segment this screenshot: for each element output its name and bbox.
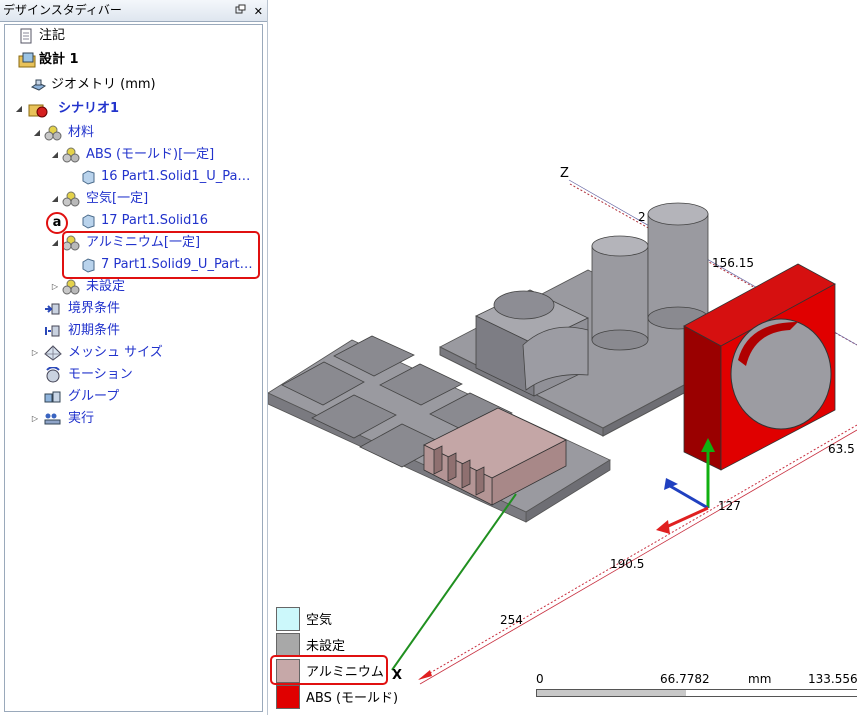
scale-unit: mm <box>748 672 772 686</box>
material-icon <box>62 147 80 163</box>
expand-arrow-icon[interactable]: ◢ <box>32 123 42 143</box>
pin-icon[interactable] <box>235 1 246 22</box>
dimension-63: 63.5 <box>828 442 855 456</box>
legend-label: 空気 <box>306 613 333 628</box>
tree-label: 17 Part1.Solid16 <box>101 213 208 228</box>
design-tree <box>4 24 263 712</box>
expand-arrow-icon[interactable]: ▷ <box>30 343 40 363</box>
expand-arrow-icon[interactable]: ◢ <box>14 99 24 119</box>
initial-conditions-icon <box>44 323 61 339</box>
design-study-bar: デザインスタディバー ✕ 注記 設計 1 ジオメトリ (mm) ◢ シナリオ1 … <box>0 0 268 715</box>
scale-bar <box>536 689 857 697</box>
expand-arrow-icon[interactable]: ▷ <box>50 277 60 297</box>
run-icon <box>44 411 61 427</box>
dimension-127: 127 <box>718 499 741 513</box>
geometry-icon <box>30 77 47 93</box>
motion-icon <box>44 366 61 383</box>
x-axis-label: X <box>392 668 403 683</box>
tree-label: 境界条件 <box>68 301 121 316</box>
material-icon <box>62 279 80 295</box>
tree-label: モーション <box>68 367 133 382</box>
scenario-icon <box>28 101 48 118</box>
expand-arrow-icon[interactable]: ◢ <box>50 189 60 209</box>
legend-swatch <box>276 685 300 709</box>
legend-highlight-box <box>270 655 388 685</box>
tree-label: 未設定 <box>86 279 126 294</box>
tree-label: 空気[一定] <box>86 191 149 206</box>
scale-bar-segment <box>537 690 686 696</box>
notes-icon <box>18 28 35 44</box>
mesh-size-icon <box>44 345 62 361</box>
legend-swatch <box>276 633 300 657</box>
material-icon <box>62 191 80 207</box>
dimension-190: 190.5 <box>610 557 645 571</box>
scale-zero: 0 <box>536 672 544 686</box>
tree-label: 設計 1 <box>39 52 79 67</box>
tree-label: シナリオ1 <box>58 101 120 116</box>
materials-icon <box>44 125 62 141</box>
tree-label: 注記 <box>39 28 66 43</box>
dimension-254: 254 <box>500 613 523 627</box>
scale-mid: 66.7782 <box>660 672 710 686</box>
close-icon[interactable]: ✕ <box>254 1 263 22</box>
dimension-2: 2 <box>638 210 646 224</box>
tree-label: メッシュ サイズ <box>68 345 163 360</box>
expand-arrow-icon[interactable]: ◢ <box>50 233 60 253</box>
tree-label: 16 Part1.Solid1_U_Pa… <box>101 169 251 184</box>
z-axis-label: Z <box>560 166 569 181</box>
panel-title-bar: デザインスタディバー ✕ <box>0 0 267 22</box>
dimension-156: 156.15 <box>712 256 754 270</box>
part-icon <box>80 169 97 185</box>
group-icon <box>44 389 61 405</box>
legend-swatch <box>276 607 300 631</box>
scale-max: 133.556 <box>808 672 857 686</box>
tree-label: 初期条件 <box>68 323 121 338</box>
legend-label: ABS (モールド) <box>306 691 399 706</box>
graphics-viewport[interactable]: Z 2 156.15 63.5 127 190.5 254 X 空気 未設定 ア… <box>268 0 857 715</box>
model-view <box>268 179 857 685</box>
expand-arrow-icon[interactable]: ▷ <box>30 409 40 429</box>
expand-arrow-icon[interactable]: ◢ <box>50 145 60 165</box>
aluminum-highlight-box <box>62 231 260 279</box>
tree-label: ジオメトリ (mm) <box>51 77 156 92</box>
tree-label: ABS (モールド)[一定] <box>86 147 215 162</box>
scale-bar-segment <box>686 690 857 696</box>
tree-label: 材料 <box>68 125 95 140</box>
part-icon <box>80 213 97 229</box>
boundary-icon <box>44 301 61 317</box>
tree-label: 実行 <box>68 411 95 426</box>
legend-label: 未設定 <box>306 639 346 654</box>
design-icon <box>18 52 36 68</box>
panel-title: デザインスタディバー <box>3 3 122 17</box>
tree-label: グループ <box>68 389 120 404</box>
